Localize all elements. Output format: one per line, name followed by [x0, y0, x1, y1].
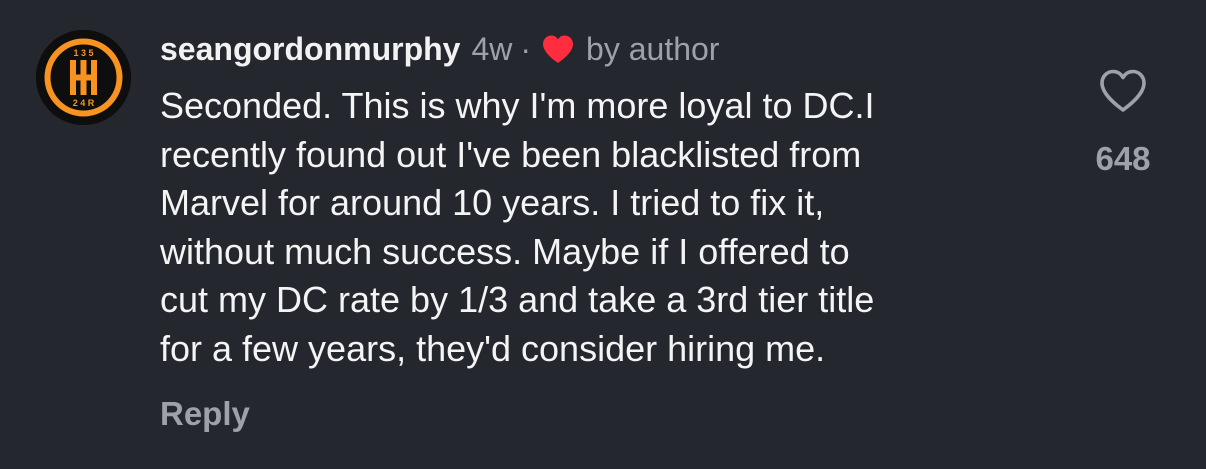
username-link[interactable]: seangordonmurphy [160, 31, 460, 68]
avatar-logo-top-text: 1 3 5 [73, 48, 93, 58]
comment-text-line: Marvel for around 10 years. I tried to f… [160, 182, 825, 223]
like-count: 648 [1095, 140, 1151, 177]
comment-text-line: without much success. Maybe if I offered… [160, 230, 850, 272]
timestamp: 4w [471, 30, 513, 67]
comment-body: seangordonmurphy 4w · by author Seconded… [160, 24, 1060, 373]
comment-text-line: for a few years, they'd consider hiring … [160, 327, 826, 369]
comment-text-line: recently found out I've been blacklisted… [160, 133, 862, 175]
gear-shifter-logo-icon: 1 3 5 2 4 R [36, 30, 131, 125]
comment: 1 3 5 2 4 R seangordonmurphy 4w · by aut… [0, 0, 1206, 469]
comment-text-line: cut my DC rate by 1/3 and take a 3rd tie… [160, 279, 875, 320]
avatar-logo-bottom-text: 2 4 R [73, 98, 95, 108]
comment-meta: seangordonmurphy 4w · by author [160, 24, 1060, 74]
comment-text-line: Seconded. This is why I'm more loyal to … [160, 85, 875, 126]
comment-text: Seconded. This is why I'm more loyal to … [160, 82, 1060, 373]
meta-separator: · [520, 30, 532, 67]
reply-button[interactable]: Reply [160, 395, 250, 433]
author-like-label: by author [586, 30, 720, 67]
red-heart-icon [541, 34, 575, 64]
heart-outline-icon[interactable] [1098, 68, 1148, 114]
avatar[interactable]: 1 3 5 2 4 R [36, 30, 131, 125]
